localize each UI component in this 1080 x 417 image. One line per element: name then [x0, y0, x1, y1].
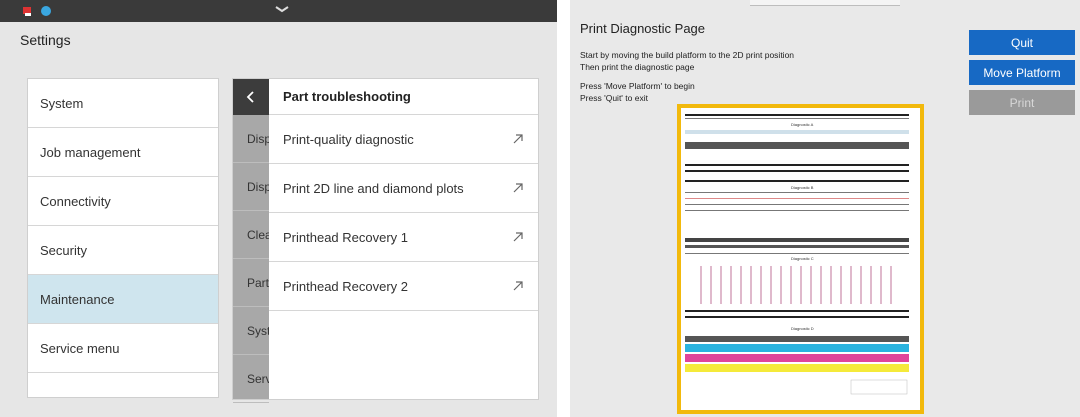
external-arrow-icon — [513, 134, 523, 144]
pull-tab[interactable] — [750, 0, 900, 6]
menu-item-service-menu[interactable]: Service menu — [28, 324, 218, 373]
instruction-text: Start by moving the build platform to th… — [580, 50, 795, 60]
external-arrow-icon — [513, 183, 523, 193]
collapsed-item[interactable]: Syst — [233, 307, 269, 355]
submenu-item-print-quality-diagnostic[interactable]: Print-quality diagnostic — [269, 115, 538, 164]
quit-button[interactable]: Quit — [969, 30, 1075, 55]
submenu-item-label: Printhead Recovery 2 — [283, 278, 409, 294]
printer-status-icon — [23, 7, 31, 16]
page-title: Settings — [20, 32, 71, 48]
collapsed-item[interactable]: Clea — [233, 211, 269, 259]
menu-item-security[interactable]: Security — [28, 226, 218, 275]
settings-menu: System Job management Connectivity Secur… — [27, 78, 219, 398]
collapsed-item[interactable]: Part — [233, 259, 269, 307]
instruction-text: Press 'Move Platform' to begin — [580, 81, 695, 91]
submenu-title: Part troubleshooting — [269, 79, 538, 115]
submenu-item-printhead-recovery-2[interactable]: Printhead Recovery 2 — [269, 262, 538, 311]
back-button[interactable] — [233, 79, 269, 115]
collapsed-item[interactable]: Serv — [233, 355, 269, 403]
diagnostic-page-image: Diagnostic A Diagnostic B Diagnostic C D… — [685, 114, 909, 395]
chevron-down-icon[interactable] — [270, 2, 294, 16]
menu-item-maintenance[interactable]: Maintenance — [28, 275, 218, 324]
submenu-item-label: Print-quality diagnostic — [283, 131, 414, 147]
diagnostic-label: Diagnostic C — [791, 256, 814, 261]
diagnostic-label: Diagnostic B — [791, 185, 814, 190]
submenu-item-label: Printhead Recovery 1 — [283, 229, 409, 245]
instruction-text: Then print the diagnostic page — [580, 62, 695, 72]
diagnostic-panel: Print Diagnostic Page Start by moving th… — [570, 0, 1080, 417]
submenu-panel: Disp Disp Clea Part Syst Serv Part troub… — [232, 78, 539, 403]
menu-item-system[interactable]: System — [28, 79, 218, 128]
diagnostic-label: Diagnostic D — [791, 326, 814, 331]
menu-item-job-management[interactable]: Job management — [28, 128, 218, 177]
diagnostic-page-preview: Diagnostic A Diagnostic B Diagnostic C D… — [677, 104, 924, 414]
page-title: Print Diagnostic Page — [580, 21, 706, 36]
diagnostic-label: Diagnostic A — [791, 122, 814, 127]
submenu-item-label: Print 2D line and diamond plots — [283, 180, 464, 196]
chevron-left-icon — [246, 91, 254, 103]
submenu-item-print-2d-plots[interactable]: Print 2D line and diamond plots — [269, 164, 538, 213]
instruction-text: Press 'Quit' to exit — [580, 93, 648, 103]
settings-panel: Settings System Job management Connectiv… — [0, 0, 557, 417]
collapsed-item[interactable]: Disp — [233, 115, 269, 163]
submenu-item-printhead-recovery-1[interactable]: Printhead Recovery 1 — [269, 213, 538, 262]
alert-icon — [41, 6, 51, 16]
external-arrow-icon — [513, 281, 523, 291]
print-button[interactable]: Print — [969, 90, 1075, 115]
collapsed-menu: Disp Disp Clea Part Syst Serv — [233, 79, 269, 403]
collapsed-item[interactable]: Disp — [233, 163, 269, 211]
menu-item-connectivity[interactable]: Connectivity — [28, 177, 218, 226]
status-bar — [0, 0, 557, 22]
move-platform-button[interactable]: Move Platform — [969, 60, 1075, 85]
external-arrow-icon — [513, 232, 523, 242]
